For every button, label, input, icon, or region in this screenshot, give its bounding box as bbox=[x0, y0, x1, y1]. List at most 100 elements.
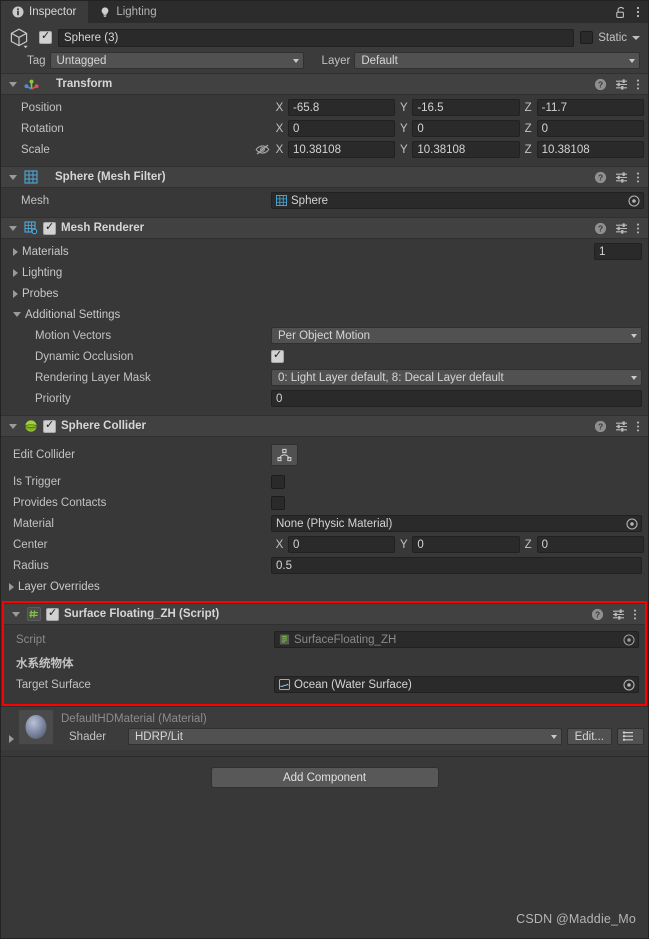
prefab-cube-icon[interactable] bbox=[7, 27, 33, 49]
constrain-proportions-off-icon[interactable] bbox=[253, 143, 271, 156]
kebab-menu-icon[interactable] bbox=[636, 78, 640, 91]
foldout-layer-overrides[interactable]: Layer Overrides bbox=[5, 577, 644, 596]
component-header[interactable]: Sphere Collider ? bbox=[1, 415, 648, 437]
object-picker-icon[interactable] bbox=[622, 678, 635, 691]
position-z-input[interactable]: -11.7 bbox=[536, 99, 644, 116]
water-surface-icon bbox=[279, 679, 290, 690]
rotation-z-input[interactable]: 0 bbox=[536, 120, 644, 137]
component-enabled-checkbox[interactable] bbox=[43, 221, 56, 235]
kebab-menu-icon[interactable] bbox=[633, 608, 637, 621]
edit-shader-button[interactable]: Edit... bbox=[566, 728, 612, 745]
chevron-right-icon bbox=[13, 289, 18, 298]
center-y-input[interactable]: 0 bbox=[412, 536, 520, 553]
help-icon[interactable]: ? bbox=[591, 608, 604, 621]
inspector-body: Transform ? Position X -65.8 Y -16.5 Z -… bbox=[1, 73, 648, 938]
rotation-x-input[interactable]: 0 bbox=[288, 120, 396, 137]
row-section-header: 水系统物体 bbox=[8, 653, 641, 673]
component-header[interactable]: Mesh Renderer ? bbox=[1, 217, 648, 239]
shader-dropdown[interactable]: HDRP/Lit bbox=[128, 728, 562, 745]
help-icon[interactable]: ? bbox=[594, 171, 607, 184]
component-rows: Materials 1 Lighting Probes Additional S… bbox=[1, 239, 648, 415]
shader-list-button[interactable] bbox=[617, 728, 644, 745]
tag-dropdown[interactable]: Untagged bbox=[49, 52, 304, 69]
scale-y-input[interactable]: 10.38108 bbox=[412, 141, 520, 158]
component-enabled-checkbox[interactable] bbox=[43, 419, 56, 433]
foldout-materials[interactable]: Materials 1 bbox=[5, 242, 644, 261]
scale-z-input[interactable]: 10.38108 bbox=[536, 141, 644, 158]
physic-material-object-field[interactable]: None (Physic Material) bbox=[271, 515, 642, 532]
svg-text:?: ? bbox=[598, 223, 603, 233]
target-surface-object-field[interactable]: Ocean (Water Surface) bbox=[274, 676, 639, 693]
component-mesh-renderer: Mesh Renderer ? Materials 1 Lighting bbox=[1, 217, 648, 415]
layer-dropdown[interactable]: Default bbox=[354, 52, 640, 69]
help-icon[interactable]: ? bbox=[594, 78, 607, 91]
kebab-menu-icon[interactable] bbox=[636, 5, 640, 19]
foldout-toggle[interactable] bbox=[6, 222, 19, 235]
position-y-input[interactable]: -16.5 bbox=[412, 99, 520, 116]
rotation-y-input[interactable]: 0 bbox=[412, 120, 520, 137]
help-icon[interactable]: ? bbox=[594, 420, 607, 433]
object-name-input[interactable]: Sphere (3) bbox=[58, 28, 575, 47]
object-picker-icon[interactable] bbox=[627, 194, 640, 207]
object-enabled-checkbox[interactable] bbox=[39, 30, 52, 44]
component-title: Mesh Renderer bbox=[61, 222, 145, 234]
position-x-input[interactable]: -65.8 bbox=[288, 99, 396, 116]
material-foldout-toggle[interactable] bbox=[5, 732, 18, 745]
row-provides-contacts: Provides Contacts bbox=[5, 493, 644, 512]
row-label: Rendering Layer Mask bbox=[35, 371, 151, 384]
component-enabled-checkbox[interactable] bbox=[46, 607, 59, 621]
axis-x-label: X bbox=[275, 538, 284, 551]
preset-icon[interactable] bbox=[615, 78, 628, 91]
preset-icon[interactable] bbox=[612, 608, 625, 621]
row-is-trigger: Is Trigger bbox=[5, 472, 644, 491]
preset-icon[interactable] bbox=[615, 222, 628, 235]
dynamic-occlusion-checkbox[interactable] bbox=[271, 349, 284, 363]
foldout-probes[interactable]: Probes bbox=[5, 284, 644, 303]
object-picker-icon[interactable] bbox=[625, 517, 638, 530]
preset-icon[interactable] bbox=[615, 420, 628, 433]
tab-lighting[interactable]: Lighting bbox=[88, 1, 168, 23]
help-icon[interactable]: ? bbox=[594, 222, 607, 235]
is-trigger-checkbox[interactable] bbox=[271, 474, 285, 489]
mesh-object-field[interactable]: Sphere bbox=[271, 192, 644, 209]
section-header-label: 水系统物体 bbox=[16, 658, 74, 670]
component-header[interactable]: Surface Floating_ZH (Script) ? bbox=[4, 603, 645, 625]
add-component-button[interactable]: Add Component bbox=[210, 767, 439, 788]
center-z-input[interactable]: 0 bbox=[536, 536, 644, 553]
row-label: Provides Contacts bbox=[13, 496, 107, 509]
radius-input[interactable]: 0.5 bbox=[271, 557, 642, 574]
component-header[interactable]: Sphere (Mesh Filter) ? bbox=[1, 166, 648, 188]
svg-text:?: ? bbox=[598, 421, 603, 431]
foldout-label: Lighting bbox=[22, 266, 63, 279]
axis-y-label: Y bbox=[399, 538, 408, 551]
motion-vectors-dropdown[interactable]: Per Object Motion bbox=[271, 327, 642, 344]
kebab-menu-icon[interactable] bbox=[636, 420, 640, 433]
lock-icon[interactable] bbox=[615, 6, 627, 19]
foldout-additional-settings[interactable]: Additional Settings bbox=[5, 305, 644, 324]
script-asset-icon bbox=[279, 634, 290, 645]
row-mesh: Mesh Sphere bbox=[5, 191, 644, 210]
material-sphere-icon[interactable] bbox=[19, 710, 53, 744]
provides-contacts-checkbox[interactable] bbox=[271, 495, 285, 510]
static-dropdown-arrow-icon[interactable] bbox=[632, 35, 640, 40]
component-sphere-collider: Sphere Collider ? Edit Collider bbox=[1, 415, 648, 601]
kebab-menu-icon[interactable] bbox=[636, 171, 640, 184]
kebab-menu-icon[interactable] bbox=[636, 222, 640, 235]
row-label: Is Trigger bbox=[13, 475, 61, 488]
foldout-toggle[interactable] bbox=[6, 78, 19, 91]
priority-input[interactable]: 0 bbox=[271, 390, 642, 407]
foldout-toggle[interactable] bbox=[6, 171, 19, 184]
component-header[interactable]: Transform ? bbox=[1, 73, 648, 95]
static-checkbox[interactable] bbox=[580, 31, 594, 44]
foldout-toggle[interactable] bbox=[6, 420, 19, 433]
foldout-lighting[interactable]: Lighting bbox=[5, 263, 644, 282]
tab-inspector[interactable]: Inspector bbox=[1, 1, 89, 23]
materials-count-input[interactable]: 1 bbox=[594, 243, 642, 260]
preset-icon[interactable] bbox=[615, 171, 628, 184]
edit-collider-button[interactable] bbox=[271, 444, 298, 466]
foldout-toggle[interactable] bbox=[9, 608, 22, 621]
rendering-layer-mask-dropdown[interactable]: 0: Light Layer default, 8: Decal Layer d… bbox=[271, 369, 642, 386]
row-scale: Scale X 10.38108 Y 10.38108 Z 10.38108 bbox=[5, 140, 644, 159]
center-x-input[interactable]: 0 bbox=[288, 536, 396, 553]
scale-x-input[interactable]: 10.38108 bbox=[288, 141, 396, 158]
